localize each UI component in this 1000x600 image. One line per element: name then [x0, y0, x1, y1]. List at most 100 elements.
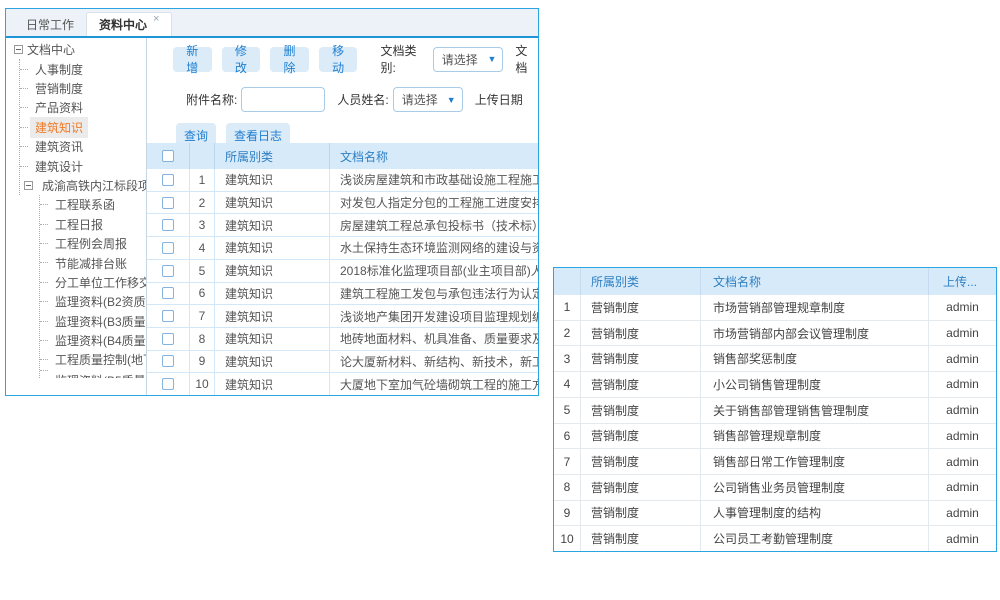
- table-row[interactable]: 6建筑知识建筑工程施工发包与承包违法行为认定...: [147, 283, 538, 306]
- tree-item[interactable]: 营销制度: [20, 79, 146, 98]
- add-button[interactable]: 新增: [173, 47, 212, 72]
- table-row[interactable]: 5建筑知识2018标准化监理项目部(业主项目部)人员...: [147, 260, 538, 283]
- tree-item[interactable]: 工程联系函: [40, 195, 146, 214]
- tree-item-label: 成渝高铁内江标段项目: [37, 175, 147, 196]
- row-name-cell: 对发包人指定分包的工程施工进度安排...: [330, 192, 538, 214]
- row-category-cell: 建筑知识: [215, 192, 330, 214]
- row-checkbox[interactable]: [162, 219, 174, 231]
- row-name-cell: 小公司销售管理制度: [701, 372, 929, 397]
- tree-item[interactable]: 建筑设计: [20, 156, 146, 175]
- table-row[interactable]: 7建筑知识浅谈地产集团开发建设项目监理规划编...: [147, 305, 538, 328]
- move-button[interactable]: 移动: [319, 47, 358, 72]
- table-row[interactable]: 2营销制度市场营销部内部会议管理制度admin: [554, 321, 996, 347]
- select-all-checkbox[interactable]: [162, 150, 174, 162]
- toolbar-row-actions: 新增 修改 删除 移动 文档类别: 请选择 ▼ 文档: [173, 42, 538, 76]
- tree-item[interactable]: 工程例会周报: [40, 234, 146, 253]
- row-number-cell: 4: [554, 372, 581, 397]
- table-row[interactable]: 1建筑知识浅谈房屋建筑和市政基础设施工程施工...: [147, 169, 538, 192]
- tree-node-root[interactable]: 文档中心: [6, 40, 146, 59]
- row-category-cell: 营销制度: [581, 321, 701, 346]
- row-checkbox[interactable]: [162, 310, 174, 322]
- tree-item[interactable]: 产品资料: [20, 98, 146, 117]
- collapse-icon[interactable]: [14, 45, 23, 54]
- close-tab-icon[interactable]: ×: [153, 13, 159, 25]
- tree-item-label: 节能减排台账: [50, 253, 132, 274]
- select-value: 请选择: [442, 51, 478, 68]
- tree-item-label: 工程日报: [50, 214, 108, 235]
- header-category: 所属别类: [215, 143, 330, 169]
- toolbar-row-filters: 附件名称: 人员姓名: 请选择 ▼ 上传日期: [186, 87, 538, 112]
- tree-item[interactable]: 工程日报: [40, 215, 146, 234]
- row-number-cell: 2: [554, 321, 581, 346]
- tree-item-label: 营销制度: [30, 78, 88, 99]
- table-row[interactable]: 4营销制度小公司销售管理制度admin: [554, 372, 996, 398]
- row-name-cell: 建筑工程施工发包与承包违法行为认定...: [330, 283, 538, 305]
- row-number-cell: 3: [190, 214, 215, 236]
- tree-item[interactable]: 人事制度: [20, 59, 146, 78]
- row-checkbox[interactable]: [162, 242, 174, 254]
- table-row[interactable]: 10营销制度公司员工考勤管理制度admin: [554, 526, 996, 551]
- tree-item[interactable]: 建筑知识: [20, 118, 146, 137]
- row-category-cell: 建筑知识: [215, 328, 330, 350]
- tree-root-label: 文档中心: [27, 41, 75, 58]
- tree-node-project[interactable]: 成渝高铁内江标段项目: [20, 176, 146, 195]
- row-checkbox[interactable]: [162, 197, 174, 209]
- doc-category-select[interactable]: 请选择 ▼: [433, 47, 504, 72]
- table-row[interactable]: 9营销制度人事管理制度的结构admin: [554, 501, 996, 527]
- row-name-cell: 关于销售部管理销售管理制度: [701, 398, 929, 423]
- table-row[interactable]: 2建筑知识对发包人指定分包的工程施工进度安排...: [147, 192, 538, 215]
- tree-item-clipped[interactable]: 监理资料(B5质量控制): [40, 370, 146, 378]
- table-row[interactable]: 8营销制度公司销售业务员管理制度admin: [554, 475, 996, 501]
- row-category-cell: 营销制度: [581, 501, 701, 526]
- row-name-cell: 销售部管理规章制度: [701, 424, 929, 449]
- row-uploader-cell: admin: [929, 295, 996, 320]
- table-row[interactable]: 9建筑知识论大厦新材料、新结构、新技术，新工...: [147, 351, 538, 374]
- row-name-cell: 水土保持生态环境监测网络的建设与资...: [330, 237, 538, 259]
- attachment-name-input[interactable]: [241, 87, 325, 112]
- row-checkbox[interactable]: [162, 287, 174, 299]
- tab-data-center[interactable]: 资料中心 ×: [86, 12, 172, 36]
- table-row[interactable]: 8建筑知识地砖地面材料、机具准备、质量要求及...: [147, 328, 538, 351]
- person-name-select[interactable]: 请选择 ▼: [393, 87, 463, 112]
- row-checkbox[interactable]: [162, 174, 174, 186]
- table-row[interactable]: 5营销制度关于销售部管理销售管理制度admin: [554, 398, 996, 424]
- tree-item[interactable]: 节能减排台账: [40, 253, 146, 272]
- select-all-cell: [147, 143, 190, 169]
- edit-button[interactable]: 修改: [222, 47, 261, 72]
- row-checkbox-cell: [147, 305, 190, 327]
- tree-item[interactable]: 监理资料(B2资质): [40, 292, 146, 311]
- table-row[interactable]: 1营销制度市场营销部管理规章制度admin: [554, 295, 996, 321]
- row-number-cell: 8: [554, 475, 581, 500]
- row-checkbox-cell: [147, 328, 190, 350]
- row-uploader-cell: admin: [929, 526, 996, 551]
- table-row[interactable]: 4建筑知识水土保持生态环境监测网络的建设与资...: [147, 237, 538, 260]
- row-checkbox[interactable]: [162, 333, 174, 345]
- tree-item[interactable]: 监理资料(B3质量控制): [40, 311, 146, 330]
- tree-item-label: 建筑资讯: [30, 136, 88, 157]
- tab-daily-work[interactable]: 日常工作: [14, 12, 86, 36]
- tree-item[interactable]: 分工单位工作移交: [40, 273, 146, 292]
- desktop: 日常工作 资料中心 × 文档中心 人事制度营销制度产品资料建筑知识建筑资讯建筑设…: [0, 0, 1000, 600]
- tab-label: 资料中心: [99, 16, 147, 33]
- tree-item[interactable]: 建筑资讯: [20, 137, 146, 156]
- table-row[interactable]: 7营销制度销售部日常工作管理制度admin: [554, 449, 996, 475]
- select-value: 请选择: [402, 91, 438, 108]
- row-checkbox[interactable]: [162, 355, 174, 367]
- row-checkbox[interactable]: [162, 265, 174, 277]
- collapse-icon[interactable]: [24, 181, 33, 190]
- tree-item[interactable]: 监理资料(B4质量控制): [40, 331, 146, 350]
- tree-item-label: 工程质量控制(地下室): [50, 349, 147, 370]
- table-row[interactable]: 10建筑知识大厦地下室加气砼墙砌筑工程的施工方...: [147, 373, 538, 395]
- row-category-cell: 营销制度: [581, 295, 701, 320]
- table-row[interactable]: 3建筑知识房屋建筑工程总承包投标书（技术标）...: [147, 214, 538, 237]
- doc-name-label-clipped: 文档: [515, 42, 538, 76]
- table-row[interactable]: 6营销制度销售部管理规章制度admin: [554, 424, 996, 450]
- row-category-cell: 建筑知识: [215, 283, 330, 305]
- row-name-cell: 公司员工考勤管理制度: [701, 526, 929, 551]
- delete-button[interactable]: 删除: [270, 47, 309, 72]
- documents-table: 所属别类 文档名称 1建筑知识浅谈房屋建筑和市政基础设施工程施工...2建筑知识…: [147, 143, 538, 395]
- row-name-cell: 人事管理制度的结构: [701, 501, 929, 526]
- row-checkbox[interactable]: [162, 378, 174, 390]
- table-row[interactable]: 3营销制度销售部奖惩制度admin: [554, 346, 996, 372]
- tree-item[interactable]: 工程质量控制(地下室): [40, 350, 146, 369]
